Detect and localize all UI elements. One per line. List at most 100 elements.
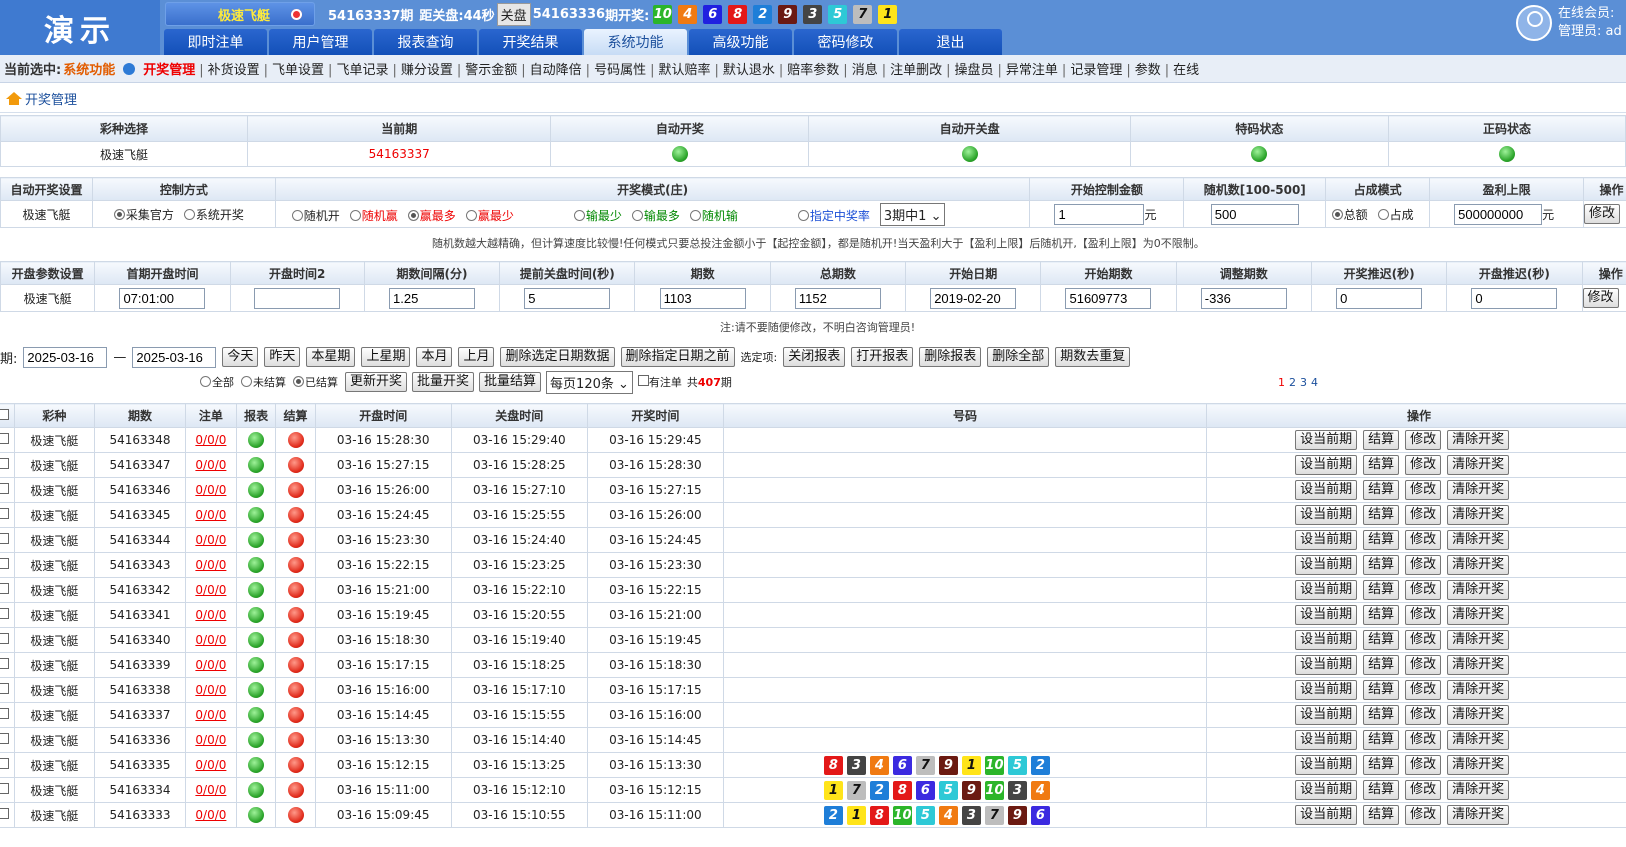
- subnav-item[interactable]: 消息: [852, 63, 878, 78]
- option-button[interactable]: 关闭报表: [783, 347, 846, 367]
- checkbox-icon[interactable]: [0, 808, 9, 819]
- row-action-button[interactable]: 修改: [1405, 480, 1442, 500]
- row-action-button[interactable]: 结算: [1363, 480, 1400, 500]
- option-button[interactable]: 期数去重复: [1055, 347, 1131, 367]
- checkbox-icon[interactable]: [0, 683, 9, 694]
- row-action-button[interactable]: 修改: [1405, 430, 1442, 450]
- row-action-button[interactable]: 设当前期: [1295, 630, 1358, 650]
- row-select[interactable]: [0, 552, 15, 578]
- subnav-item[interactable]: 赔率参数: [787, 63, 839, 78]
- checkbox-icon[interactable]: [0, 633, 9, 644]
- row-bets[interactable]: 0/0/0: [184, 452, 237, 478]
- row-settle[interactable]: [275, 602, 316, 628]
- green-led-icon[interactable]: [248, 732, 265, 748]
- row-bets[interactable]: 0/0/0: [184, 777, 237, 803]
- profit-limit-input[interactable]: [1454, 203, 1543, 225]
- param-input[interactable]: [659, 287, 746, 309]
- row-report[interactable]: [235, 727, 277, 753]
- bets-link[interactable]: 0/0/0: [195, 708, 226, 722]
- checkbox-icon[interactable]: [0, 583, 9, 594]
- red-led-icon[interactable]: [287, 682, 304, 698]
- red-led-icon[interactable]: [287, 557, 304, 573]
- row-report[interactable]: [235, 427, 277, 453]
- row-action-button[interactable]: 修改: [1405, 705, 1442, 725]
- green-led-icon[interactable]: [248, 607, 265, 623]
- tab-1[interactable]: 用户管理: [269, 29, 372, 55]
- green-led-icon[interactable]: [1251, 146, 1268, 162]
- checkbox-icon[interactable]: [0, 658, 9, 669]
- mode-radio[interactable]: 随机输: [689, 209, 738, 223]
- bets-link[interactable]: 0/0/0: [195, 683, 226, 697]
- bets-link[interactable]: 0/0/0: [195, 633, 226, 647]
- close-market-button[interactable]: 关盘: [496, 2, 531, 26]
- checkbox-icon[interactable]: [0, 433, 9, 444]
- subnav-item[interactable]: 异常注单: [1006, 63, 1058, 78]
- subnav-item[interactable]: 默认退水: [723, 63, 775, 78]
- red-led-icon[interactable]: [287, 482, 304, 498]
- row-action-button[interactable]: 设当前期: [1295, 505, 1358, 525]
- subnav-item[interactable]: 注单删改: [890, 63, 942, 78]
- subnav-item[interactable]: 号码属性: [594, 63, 646, 78]
- param-input[interactable]: [524, 287, 611, 309]
- green-led-icon[interactable]: [671, 146, 688, 162]
- tab-7[interactable]: 退出: [899, 29, 1002, 55]
- bets-link[interactable]: 0/0/0: [195, 658, 226, 672]
- row-action-button[interactable]: 清除开奖: [1447, 455, 1510, 475]
- row-action-button[interactable]: 清除开奖: [1447, 805, 1510, 825]
- red-led-icon[interactable]: [287, 807, 304, 823]
- share-radio[interactable]: 占成: [1377, 208, 1414, 222]
- row-action-button[interactable]: 结算: [1363, 580, 1400, 600]
- green-led-icon[interactable]: [248, 582, 265, 598]
- page-link[interactable]: 4: [1311, 376, 1318, 389]
- row-action-button[interactable]: 结算: [1363, 755, 1400, 775]
- start-amount-input[interactable]: [1054, 203, 1145, 225]
- subnav-item[interactable]: 在线: [1173, 63, 1199, 78]
- row-action-button[interactable]: 设当前期: [1295, 755, 1358, 775]
- radio-icon[interactable]: [1331, 208, 1343, 220]
- row-action-button[interactable]: 修改: [1405, 630, 1442, 650]
- bets-link[interactable]: 0/0/0: [195, 733, 226, 747]
- row-select[interactable]: [0, 427, 15, 453]
- row-action-button[interactable]: 修改: [1405, 680, 1442, 700]
- radio-icon[interactable]: [689, 209, 701, 221]
- param-input[interactable]: [119, 287, 206, 309]
- tab-6[interactable]: 密码修改: [794, 29, 897, 55]
- row-action-button[interactable]: 清除开奖: [1447, 705, 1510, 725]
- row-action-button[interactable]: 修改: [1405, 555, 1442, 575]
- param-input[interactable]: [930, 287, 1017, 309]
- batch-button[interactable]: 批量结算: [479, 372, 542, 392]
- row-action-button[interactable]: 设当前期: [1295, 480, 1358, 500]
- row-settle[interactable]: [275, 452, 316, 478]
- row-action-button[interactable]: 修改: [1405, 755, 1442, 775]
- mode-radio[interactable]: 赢最少: [465, 209, 514, 223]
- row-bets[interactable]: 0/0/0: [184, 502, 237, 528]
- row-bets[interactable]: 0/0/0: [184, 577, 237, 603]
- row-select[interactable]: [0, 727, 15, 753]
- row-action-button[interactable]: 清除开奖: [1447, 655, 1510, 675]
- row-bets[interactable]: 0/0/0: [184, 727, 237, 753]
- row-settle[interactable]: [275, 577, 316, 603]
- row-action-button[interactable]: 设当前期: [1295, 430, 1358, 450]
- tab-3[interactable]: 开奖结果: [479, 29, 582, 55]
- param-input[interactable]: [1336, 287, 1423, 309]
- online-members[interactable]: 在线会员:: [1558, 4, 1614, 23]
- row-report[interactable]: [235, 602, 277, 628]
- green-led-icon[interactable]: [248, 682, 265, 698]
- control-radio[interactable]: 采集官方: [113, 208, 174, 222]
- checkbox-icon[interactable]: [0, 783, 9, 794]
- game-select[interactable]: 极速飞艇: [165, 2, 315, 26]
- green-led-icon[interactable]: [248, 507, 265, 523]
- radio-icon[interactable]: [200, 376, 211, 387]
- row-report[interactable]: [235, 752, 277, 778]
- checkbox-icon[interactable]: [0, 608, 9, 619]
- red-led-icon[interactable]: [287, 657, 304, 673]
- row-action-button[interactable]: 清除开奖: [1447, 630, 1510, 650]
- green-led-icon[interactable]: [248, 482, 265, 498]
- green-led-icon[interactable]: [248, 632, 265, 648]
- row-action-button[interactable]: 结算: [1363, 430, 1400, 450]
- green-led-icon[interactable]: [248, 457, 265, 473]
- filter-button[interactable]: 本月: [416, 347, 453, 367]
- settle-radio[interactable]: 已结算: [293, 374, 338, 390]
- row-select[interactable]: [0, 677, 15, 703]
- filter-button[interactable]: 昨天: [264, 347, 301, 367]
